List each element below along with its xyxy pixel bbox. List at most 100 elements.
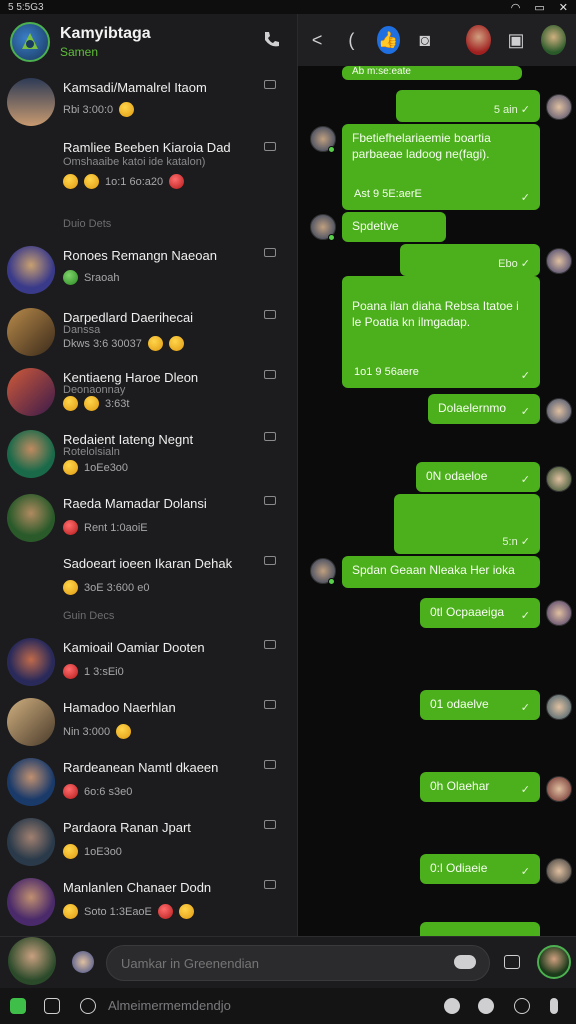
back-icon[interactable]: < [308,29,326,51]
close-icon[interactable]: ✕ [559,1,568,14]
chat-options-icon[interactable] [264,820,276,829]
chat-list-item[interactable]: Sadoeart ioeen Ikaran Dehak 3oE 3:600 e0 [0,550,298,612]
chat-list-item[interactable]: Raeda Mamadar Dolansi Rent 1:0aoiE [0,490,298,552]
avatar [7,78,55,126]
sticker-icon[interactable] [504,955,520,969]
chat-list-item[interactable]: Kentiaeng Haroe Dleon Deonaonnay 3:63t [0,364,298,426]
chat-name: Ronoes Remangn Naeoan [63,248,217,263]
sticker-icon[interactable] [444,998,460,1014]
chat-options-icon[interactable] [264,310,276,319]
chat-options-icon[interactable] [264,760,276,769]
camera-icon[interactable] [44,998,60,1014]
message-bubble[interactable]: Dolaelernmo ✓ [428,394,540,424]
emoji-icon [63,844,78,859]
chat-list-item[interactable]: Ramliee Beeben Kiaroia Dad Omshaaibe kat… [0,136,298,198]
video-icon[interactable]: ▣ [507,29,525,51]
phone-icon[interactable] [261,30,281,50]
chat-preview: 1oEe3o0 [63,460,128,475]
message-bubble[interactable] [420,922,540,936]
chat-list-item[interactable]: Manlanlen Chanaer Dodn Soto 1:3EaoE [0,874,298,936]
message-bubble[interactable]: 0:l Odiaeie ✓ [420,854,540,884]
emoji-icon [147,336,163,351]
gamepad-icon[interactable] [478,998,494,1014]
chat-name: Kamioail Oamiar Dooten [63,640,205,655]
online-indicator [328,146,335,153]
emoji-icon[interactable] [80,998,96,1014]
message-composer [0,936,576,988]
chat-name: Darpedlard Daerihecai [63,310,194,325]
chat-preview: Soto 1:3EaoE [63,904,194,919]
like-icon[interactable]: 👍 [376,26,400,54]
chat-preview: Nin 3:000 [63,724,132,739]
chat-options-icon[interactable] [264,370,276,379]
gamepad-icon[interactable] [454,955,476,969]
avatar[interactable] [72,951,94,973]
chat-name: Pardaora Ranan Jpart [63,820,191,835]
chat-options-icon[interactable] [264,248,276,257]
chat-options-icon[interactable] [264,496,276,505]
message-bubble[interactable]: Poana ilan diaha Rebsa Itatoe i le Poati… [342,276,540,388]
avatar [546,398,572,424]
avatar[interactable] [8,937,56,985]
message-bubble[interactable]: 5 ain ✓ [396,90,540,122]
chat-list-item[interactable]: Rardeanean Namtl dkaeen 6o:6 s3e0 [0,754,298,816]
chat-name: Hamadoo Naerhlan [63,700,176,715]
chat-preview: 1 3:sEi0 [63,664,124,679]
app-logo[interactable] [10,22,50,62]
chat-name: Rardeanean Namtl dkaeen [63,760,219,775]
emoji-icon [63,784,78,799]
chat-preview: Dkws 3:6 30037 [63,336,184,351]
avatar[interactable] [541,25,567,55]
message-bubble[interactable]: 0tl Ocpaaeiga ✓ [420,598,540,628]
chat-list-item[interactable]: Ronoes Remangn Naeoan Sraoah [0,242,298,304]
chat-list-item[interactable]: Hamadoo Naerhlan Nin 3:000 [0,694,298,756]
avatar [7,494,55,542]
chat-name: Manlanlen Chanaer Dodn [63,880,212,895]
avatar [546,694,572,720]
chat-name: Ramliee Beeben Kiaroia Dad [63,140,231,155]
chat-options-icon[interactable] [264,142,276,151]
chat-list-item[interactable]: Kamsadi/Mamalrel Itaom Rbi 3:00:0 [0,74,298,136]
chat-options-icon[interactable] [264,700,276,709]
chat-sub: Rotelolsialn [63,446,120,458]
message-bubble[interactable]: 01 odaelve ✓ [420,690,540,720]
chat-name: Kamsadi/Mamalrel Itaom [63,80,207,95]
chat-preview: Rent 1:0aoiE [63,520,148,535]
chat-preview: 3oE 3:600 e0 [63,580,149,595]
chat-options-icon[interactable] [264,880,276,889]
avatar[interactable] [537,945,571,979]
chat-options-icon[interactable] [264,432,276,441]
chat-options-icon[interactable] [264,80,276,89]
message-bubble[interactable]: Fbetiefhelariaemie boartia parbaeae lado… [342,124,540,210]
avatar [7,430,55,478]
avatar [7,818,55,866]
message-bubble[interactable]: Spdetive [342,212,446,242]
message-bubble[interactable]: 0N odaeloe ✓ [416,462,540,492]
camera-icon[interactable] [514,998,530,1014]
app-subtitle: Samen [60,45,99,59]
conversation-panel: < ( 👍 ◙ ▣ Ab m:se:eate 5 ain ✓ Fbetiefhe… [298,14,576,936]
chat-list-item[interactable]: Kamioail Oamiar Dooten 1 3:sEi0 [0,634,298,696]
emoji-icon [63,396,78,411]
online-indicator [328,234,335,241]
message-bubble[interactable]: 5:n ✓ [394,494,540,554]
message-bubble[interactable]: Spdan Geaan Nleaka Her ioka [342,556,540,588]
avatar[interactable] [465,25,491,55]
conversation-header: < ( 👍 ◙ ▣ [298,14,576,66]
chat-list-item[interactable]: Pardaora Ranan Jpart 1oE3o0 [0,814,298,876]
message-input[interactable] [106,945,490,981]
message-bubble[interactable]: Ab m:se:eate [342,66,522,80]
avatar [7,368,55,416]
message-bubble[interactable]: 0h Olaehar ✓ [420,772,540,802]
chat-options-icon[interactable] [264,556,276,565]
chat-icon[interactable] [10,998,26,1014]
bottom-search-placeholder[interactable]: Almeimermemdendjo [108,998,231,1013]
camera-icon[interactable]: ◙ [416,29,434,51]
chat-list-header: Kamyibtaga Samen [0,14,297,70]
microphone-icon[interactable] [550,998,558,1014]
chat-list-item[interactable]: Redaient Iateng Negnt Rotelolsialn 1oEe3… [0,426,298,488]
chat-preview: 1o:1 6o:a20 [63,174,185,189]
message-bubble[interactable]: Ebo ✓ [400,244,540,276]
chat-options-icon[interactable] [264,640,276,649]
chat-list-item[interactable]: Darpedlard Daerihecai Danssa Dkws 3:6 30… [0,304,298,366]
